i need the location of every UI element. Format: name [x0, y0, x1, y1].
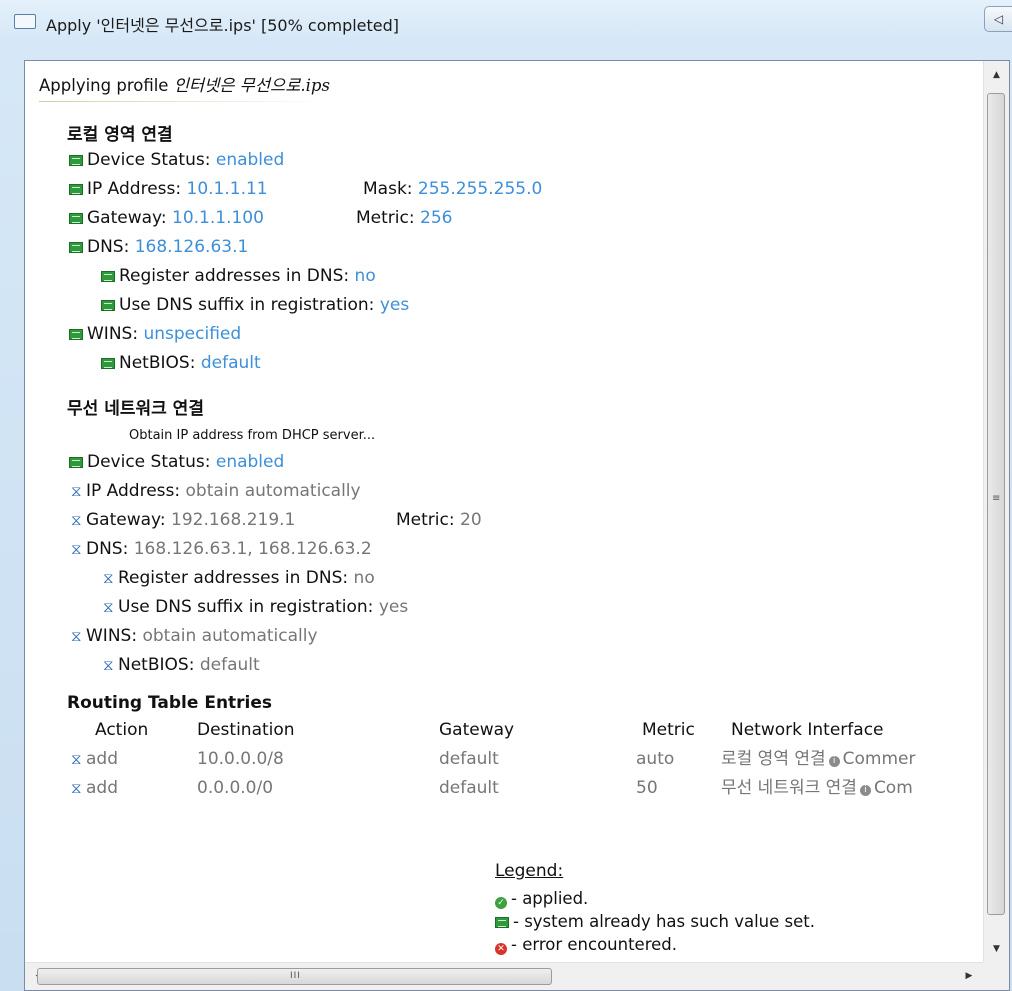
grip-icon: III: [290, 971, 301, 981]
wireless-metric: Metric: 20: [396, 510, 482, 530]
scroll-down-arrow-icon[interactable]: ▼: [984, 937, 1009, 961]
info-icon: i: [859, 785, 871, 796]
vertical-scrollbar[interactable]: ▲ ≡ ▼: [983, 61, 1009, 963]
col-header-destination: Destination: [197, 720, 295, 740]
local-dns-suffix: Use DNS suffix in registration: yes: [101, 293, 409, 317]
profile-name: 인터넷은 무선으로.ips: [173, 76, 330, 95]
local-mask: Mask: 255.255.255.0: [363, 179, 543, 199]
local-device-status: Device Status: enabled: [69, 148, 284, 172]
local-connection-title: 로컬 영역 연결: [67, 125, 173, 145]
ok-badge-icon: [69, 329, 83, 340]
hourglass-icon: ⧖: [71, 511, 82, 529]
local-metric: Metric: 256: [356, 208, 453, 228]
local-wins: WINS: unspecified: [69, 322, 241, 346]
route-destination: 0.0.0.0/0: [197, 778, 274, 798]
col-header-interface: Network Interface: [731, 720, 884, 740]
horizontal-scrollbar[interactable]: ◀ III ▶: [25, 962, 983, 990]
col-header-action: Action: [95, 720, 149, 740]
hourglass-icon: ⧖: [103, 598, 114, 616]
ok-badge-icon: [69, 457, 83, 468]
log-content: Applying profile 인터넷은 무선으로.ips 로컬 영역 연결 …: [25, 61, 983, 963]
local-gateway: Gateway: 10.1.1.100: [69, 206, 264, 230]
hourglass-icon: ⧖: [71, 540, 82, 558]
grip-icon: ≡: [992, 493, 1001, 504]
ok-badge-icon: [101, 358, 115, 369]
wireless-dns-suffix: ⧖ Use DNS suffix in registration: yes: [103, 597, 409, 617]
ok-badge-icon: [69, 242, 83, 253]
ok-badge-icon: [495, 917, 509, 928]
check-circle-icon: ✓: [495, 897, 507, 909]
legend-applied: ✓ - applied.: [495, 889, 588, 909]
wireless-wins: ⧖ WINS: obtain automatically: [71, 626, 318, 646]
col-header-metric: Metric: [642, 720, 695, 740]
route-interface: 무선 네트워크 연결: [721, 778, 857, 798]
route-gateway: default: [439, 778, 499, 798]
wireless-register-dns: ⧖ Register addresses in DNS: no: [103, 568, 375, 588]
legend-already-set: - system already has such value set.: [495, 912, 815, 931]
horizontal-scroll-thumb[interactable]: III: [37, 968, 552, 985]
route-action: add: [86, 778, 118, 798]
wireless-dns: ⧖ DNS: 168.126.63.1, 168.126.63.2: [71, 539, 372, 559]
wireless-netbios: ⧖ NetBIOS: default: [103, 655, 260, 675]
route-comment: Com: [873, 778, 913, 798]
routing-table-title: Routing Table Entries: [67, 693, 273, 713]
info-icon: i: [828, 756, 840, 767]
ok-badge-icon: [101, 300, 115, 311]
scrollbar-corner: [983, 962, 1009, 990]
hourglass-icon: ⧖: [71, 482, 82, 500]
legend-title: Legend:: [495, 861, 564, 881]
wireless-connection-title: 무선 네트워크 연결: [67, 399, 204, 419]
route-interface: 로컬 영역 연결: [721, 749, 826, 769]
title-bar[interactable]: Apply '인터넷은 무선으로.ips' [50% completed] ◁: [0, 0, 1012, 44]
progress-pane: Applying profile 인터넷은 무선으로.ips 로컬 영역 연결 …: [24, 60, 1010, 991]
ok-badge-icon: [69, 155, 83, 166]
apply-profile-window: Apply '인터넷은 무선으로.ips' [50% completed] ◁ …: [0, 0, 1012, 991]
error-circle-icon: ✕: [495, 943, 507, 955]
ok-badge-icon: [101, 271, 115, 282]
wireless-ip-address: ⧖ IP Address: obtain automatically: [71, 481, 361, 501]
hourglass-icon: ⧖: [71, 627, 82, 645]
hourglass-icon: ⧖: [103, 656, 114, 674]
route-action: add: [86, 749, 118, 769]
local-ip-address: IP Address: 10.1.1.11: [69, 177, 268, 201]
ok-badge-icon: [69, 184, 83, 195]
route-gateway: default: [439, 749, 499, 769]
ok-badge-icon: [69, 213, 83, 224]
route-comment: Commer: [842, 749, 916, 769]
route-metric: 50: [636, 778, 658, 798]
hourglass-icon: ⧖: [71, 750, 82, 768]
applying-header: Applying profile 인터넷은 무선으로.ips: [39, 72, 330, 102]
hourglass-icon: ⧖: [103, 569, 114, 587]
local-dns: DNS: 168.126.63.1: [69, 235, 248, 259]
wireless-gateway: ⧖ Gateway: 192.168.219.1: [71, 510, 296, 530]
scroll-up-arrow-icon[interactable]: ▲: [984, 63, 1009, 87]
route-destination: 10.0.0.0/8: [197, 749, 284, 769]
vertical-scroll-thumb[interactable]: ≡: [987, 93, 1005, 915]
scroll-right-arrow-icon[interactable]: ▶: [957, 963, 981, 990]
wireless-device-status: Device Status: enabled: [69, 450, 284, 474]
window-icon: [14, 14, 36, 29]
legend-error: ✕ - error encountered.: [495, 935, 677, 955]
window-title: Apply '인터넷은 무선으로.ips' [50% completed]: [46, 16, 400, 35]
local-netbios: NetBIOS: default: [101, 351, 261, 375]
col-header-gateway: Gateway: [439, 720, 515, 740]
local-register-dns: Register addresses in DNS: no: [101, 264, 376, 288]
hourglass-icon: ⧖: [71, 779, 82, 797]
dhcp-note: Obtain IP address from DHCP server...: [129, 428, 376, 443]
corner-button[interactable]: ◁: [984, 6, 1012, 32]
route-metric: auto: [636, 749, 675, 769]
